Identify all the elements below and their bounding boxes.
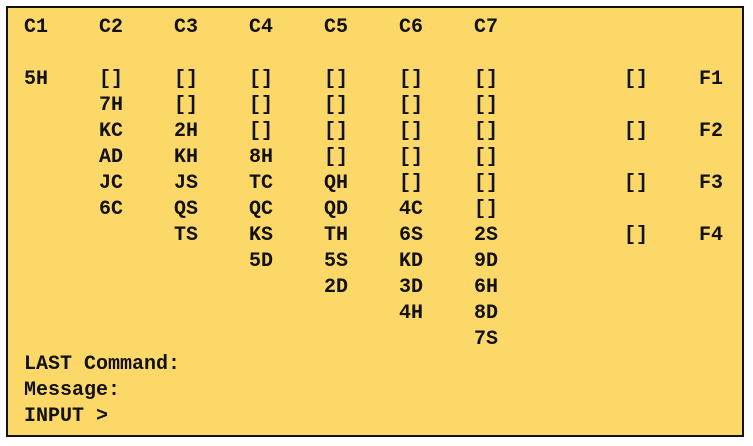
face-down-card: [] bbox=[399, 68, 424, 91]
face-up-card[interactable]: 9D bbox=[474, 252, 498, 278]
column-header-c1: C1 bbox=[24, 16, 49, 39]
face-up-card[interactable]: 7H bbox=[99, 96, 123, 122]
face-up-card[interactable]: 2H bbox=[174, 122, 198, 148]
face-up-card[interactable]: KC bbox=[99, 122, 123, 148]
last-command-line: LAST Command: bbox=[24, 355, 192, 375]
face-up-card[interactable]: 8D bbox=[474, 304, 498, 330]
face-down-card: [] bbox=[399, 172, 424, 195]
face-up-card[interactable]: 2S bbox=[474, 226, 498, 252]
face-down-card: [] bbox=[249, 68, 274, 91]
face-up-card[interactable]: 5S bbox=[324, 252, 348, 278]
face-up-card[interactable]: 7S bbox=[474, 330, 498, 356]
column-header-c6: C6 bbox=[399, 16, 424, 39]
face-up-card[interactable]: AD bbox=[99, 148, 123, 174]
column-header-c7: C7 bbox=[474, 16, 499, 39]
tableau-column-7[interactable]: [] [] [] [] [] [] 2S 9D 6H 8D 7S bbox=[474, 70, 498, 356]
foundation-slot[interactable]: [] bbox=[624, 122, 648, 142]
face-up-card[interactable]: 4H bbox=[399, 304, 423, 330]
column-header-c3: C3 bbox=[174, 16, 199, 39]
face-up-card[interactable]: KD bbox=[399, 252, 423, 278]
last-command-label: LAST Command: bbox=[24, 353, 181, 376]
face-up-card[interactable]: JS bbox=[174, 174, 198, 200]
face-up-card[interactable]: QD bbox=[324, 200, 348, 226]
face-down-card: [] bbox=[174, 68, 199, 91]
face-up-card[interactable]: QC bbox=[249, 200, 273, 226]
face-up-card[interactable]: 2D bbox=[324, 278, 348, 304]
face-down-card: [] bbox=[474, 172, 499, 195]
face-down-card: [] bbox=[324, 68, 349, 91]
face-down-card: [] bbox=[249, 120, 274, 143]
column-header-c4: C4 bbox=[249, 16, 274, 39]
face-up-card[interactable]: 5H bbox=[24, 70, 48, 96]
face-up-card[interactable]: KS bbox=[249, 226, 273, 252]
face-up-card[interactable]: QS bbox=[174, 200, 198, 226]
tableau-column-6[interactable]: [] [] [] [] [] 4C 6S KD 3D 4H bbox=[399, 70, 423, 330]
foundation-label-f4: F4 bbox=[699, 224, 724, 247]
face-down-card: [] bbox=[474, 146, 499, 169]
face-up-card[interactable]: TS bbox=[174, 226, 198, 252]
face-up-card[interactable]: TC bbox=[249, 174, 273, 200]
face-down-card: [] bbox=[399, 94, 424, 117]
column-header-c5: C5 bbox=[324, 16, 349, 39]
foundation-slot[interactable]: [] bbox=[624, 226, 648, 246]
foundation-label-f2: F2 bbox=[699, 120, 724, 143]
tableau-column-1[interactable]: 5H bbox=[24, 70, 48, 96]
column-header-c2: C2 bbox=[99, 16, 124, 39]
face-down-card: [] bbox=[174, 94, 199, 117]
game-board: C1 C2 C3 C4 C5 C6 C7 5H [] 7H KC AD JC 6C [][… bbox=[6, 6, 744, 437]
foundation-slot[interactable]: [] bbox=[624, 174, 648, 194]
tableau-column-4[interactable]: [] [] [] 8H TC QC KS 5D bbox=[249, 70, 273, 278]
face-up-card[interactable]: 5D bbox=[249, 252, 273, 278]
face-up-card[interactable]: 4C bbox=[399, 200, 423, 226]
face-down-card: [] bbox=[99, 68, 124, 91]
input-prompt: INPUT > bbox=[24, 405, 109, 428]
face-up-card[interactable]: JC bbox=[99, 174, 123, 200]
foundation-label-f1: F1 bbox=[699, 68, 724, 91]
face-up-card[interactable]: 6S bbox=[399, 226, 423, 252]
face-down-card: [] bbox=[399, 120, 424, 143]
face-up-card[interactable]: QH bbox=[324, 174, 348, 200]
input-line[interactable]: INPUT > bbox=[24, 407, 120, 427]
face-down-card: [] bbox=[324, 120, 349, 143]
face-up-card[interactable]: 6H bbox=[474, 278, 498, 304]
face-down-card: [] bbox=[474, 198, 499, 221]
face-down-card: [] bbox=[324, 94, 349, 117]
face-up-card[interactable]: TH bbox=[324, 226, 348, 252]
face-down-card: [] bbox=[474, 94, 499, 117]
face-up-card[interactable]: 6C bbox=[99, 200, 123, 226]
foundation-label-f3: F3 bbox=[699, 172, 724, 195]
face-up-card[interactable]: KH bbox=[174, 148, 198, 174]
message-label: Message: bbox=[24, 379, 121, 402]
face-up-card[interactable]: 3D bbox=[399, 278, 423, 304]
face-down-card: [] bbox=[474, 68, 499, 91]
tableau-column-5[interactable]: [] [] [] [] QH QD TH 5S 2D bbox=[324, 70, 348, 304]
face-down-card: [] bbox=[324, 146, 349, 169]
face-down-card: [] bbox=[399, 146, 424, 169]
tableau-column-2[interactable]: [] 7H KC AD JC 6C bbox=[99, 70, 123, 226]
foundation-slot[interactable]: [] bbox=[624, 70, 648, 90]
tableau-column-3[interactable]: [] [] 2H KH JS QS TS bbox=[174, 70, 198, 252]
face-up-card[interactable]: 8H bbox=[249, 148, 273, 174]
message-line: Message: bbox=[24, 381, 132, 401]
face-down-card: [] bbox=[474, 120, 499, 143]
face-down-card: [] bbox=[249, 94, 274, 117]
